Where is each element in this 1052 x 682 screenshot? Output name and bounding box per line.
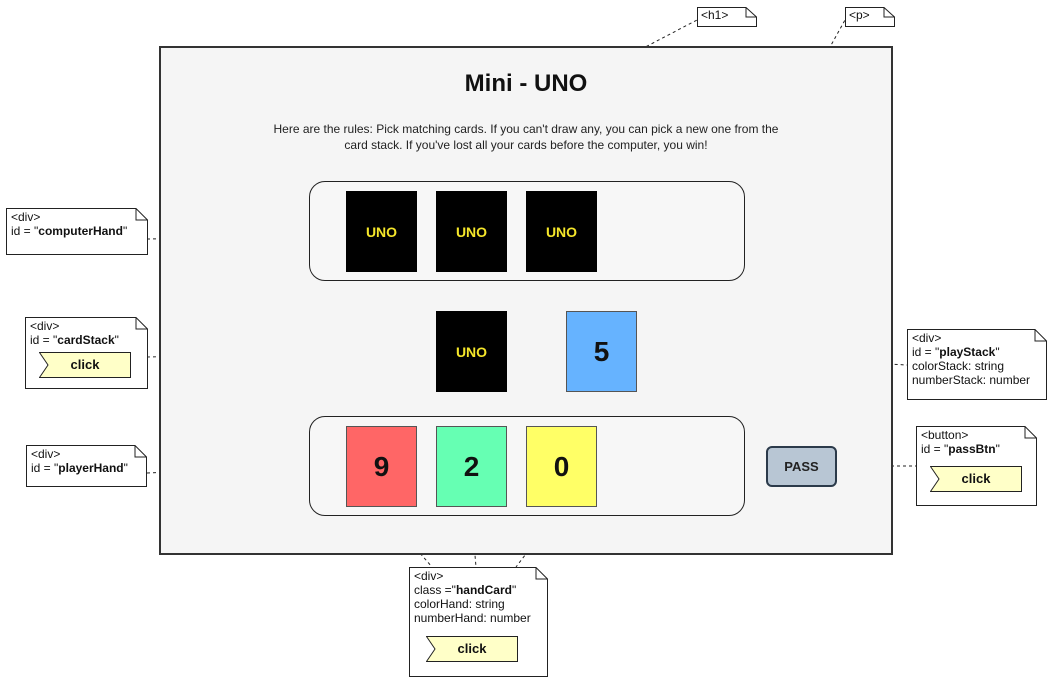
annotation-text: " bbox=[114, 333, 119, 347]
click-action-label: click bbox=[457, 641, 487, 656]
computer-card: UNO bbox=[346, 191, 417, 272]
annotation-text: id = " bbox=[921, 442, 949, 456]
annotation-text: id = " bbox=[30, 333, 58, 347]
card-stack-annotation: <div> id = "cardStack" click bbox=[25, 317, 148, 389]
element-id: playerHand bbox=[58, 461, 124, 475]
h1-tag: <h1> bbox=[701, 8, 729, 22]
annotation-text: " bbox=[995, 442, 1000, 456]
annotation-property: numberStack: number bbox=[912, 373, 1031, 387]
annotation-tag: <button> bbox=[921, 428, 969, 442]
p-annotation: <p> bbox=[845, 7, 895, 27]
annotation-tag: <div> bbox=[30, 319, 60, 333]
p-tag: <p> bbox=[849, 8, 870, 22]
computer-card: UNO bbox=[526, 191, 597, 272]
element-id: computerHand bbox=[38, 224, 123, 238]
annotation-text: id = " bbox=[31, 461, 59, 475]
element-id: playStack bbox=[939, 345, 996, 359]
annotation-property: colorHand: string bbox=[414, 597, 505, 611]
element-id: cardStack bbox=[57, 333, 115, 347]
annotation-text: id = " bbox=[11, 224, 39, 238]
page-title: Mini - UNO bbox=[464, 70, 588, 97]
hand-card[interactable]: 2 bbox=[436, 426, 507, 507]
computer-hand-annotation: <div> id = "computerHand" bbox=[6, 208, 148, 255]
annotation-tag: <div> bbox=[414, 569, 444, 583]
pass-button[interactable]: PASS bbox=[766, 446, 837, 487]
annotation-text: " bbox=[511, 583, 517, 597]
click-action-label: click bbox=[70, 357, 100, 372]
click-action-label: click bbox=[961, 471, 991, 486]
h1-annotation: <h1> bbox=[697, 7, 757, 27]
pass-button-annotation: <button> id = "passBtn" click bbox=[916, 426, 1037, 506]
player-hand-annotation: <div> id = "playerHand" bbox=[26, 445, 147, 487]
annotation-text: id = " bbox=[912, 345, 940, 359]
card-stack[interactable]: UNO bbox=[436, 311, 507, 392]
annotation-tag: <div> bbox=[11, 210, 41, 224]
rules-text: Here are the rules: Pick matching cards.… bbox=[273, 122, 779, 152]
annotation-property: colorStack: string bbox=[912, 359, 1005, 373]
annotation-tag: <div> bbox=[912, 331, 942, 345]
element-class: handCard bbox=[455, 583, 512, 597]
hand-card[interactable]: 0 bbox=[526, 426, 597, 507]
annotation-text: class =" bbox=[414, 583, 456, 597]
annotation-text: " bbox=[122, 224, 128, 238]
annotation-text: " bbox=[123, 461, 128, 475]
play-stack: 5 bbox=[566, 311, 637, 392]
hand-card[interactable]: 9 bbox=[346, 426, 417, 507]
computer-card: UNO bbox=[436, 191, 507, 272]
play-stack-annotation: <div> id = "playStack" colorStack: strin… bbox=[907, 329, 1047, 400]
annotation-text: " bbox=[995, 345, 1000, 359]
hand-card-annotation: <div> class ="handCard" colorHand: strin… bbox=[409, 567, 548, 677]
element-id: passBtn bbox=[948, 442, 996, 456]
annotation-tag: <div> bbox=[31, 447, 61, 461]
annotation-property: numberHand: number bbox=[414, 611, 531, 625]
